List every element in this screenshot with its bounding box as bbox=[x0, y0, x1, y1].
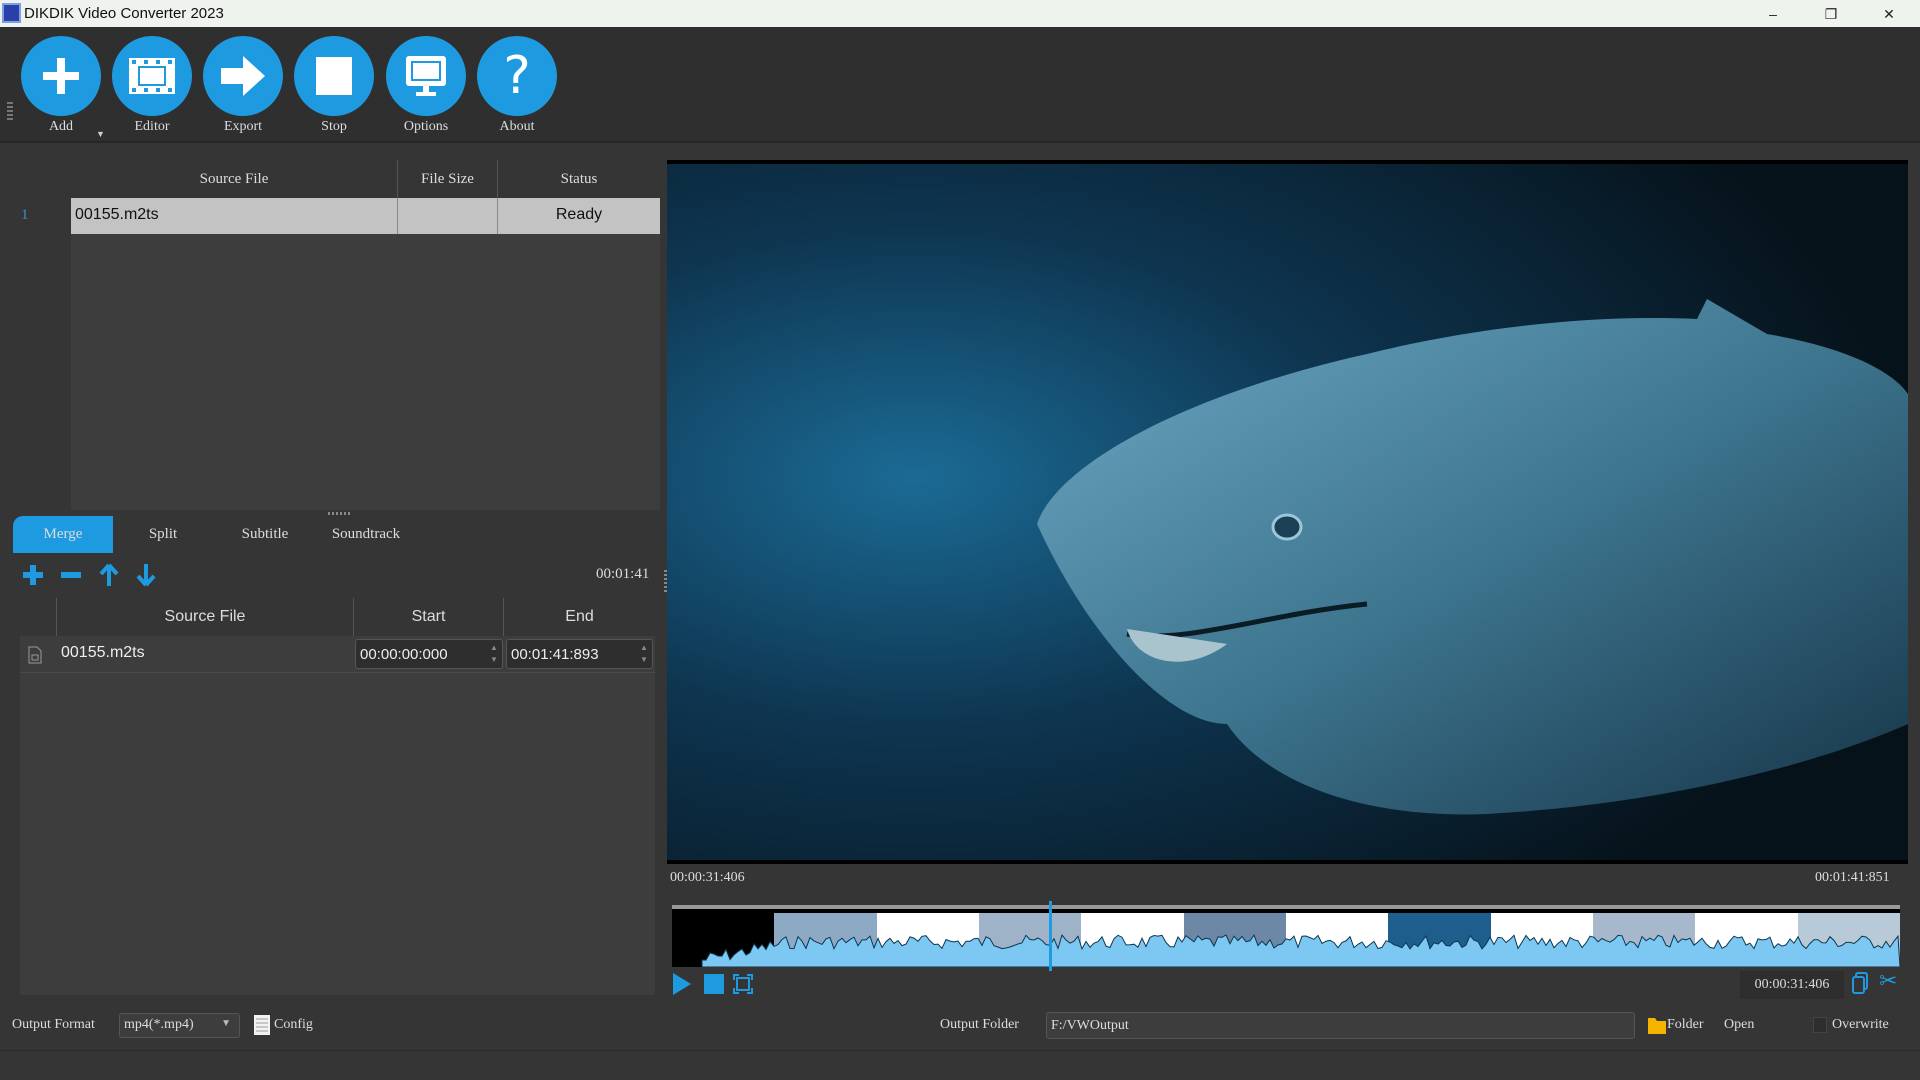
film-icon bbox=[129, 58, 175, 94]
add-dropdown-icon[interactable]: ▼ bbox=[96, 129, 105, 139]
monitor-icon bbox=[406, 56, 446, 96]
editor-button[interactable]: Editor bbox=[111, 36, 193, 135]
options-button[interactable]: Options bbox=[385, 36, 467, 135]
move-down-icon[interactable] bbox=[135, 563, 157, 587]
timeline-range-bar bbox=[672, 905, 1900, 909]
column-header-source-file[interactable]: Source File bbox=[71, 160, 398, 198]
column-header-start[interactable]: Start bbox=[354, 598, 504, 636]
open-button[interactable]: Open bbox=[1724, 1017, 1754, 1033]
spin-arrows-icon[interactable]: ▲ ▼ bbox=[638, 642, 650, 666]
about-button[interactable]: ? About bbox=[476, 36, 558, 135]
status-bar bbox=[0, 1050, 1920, 1080]
stop-icon bbox=[316, 57, 352, 95]
scissors-icon[interactable]: ✂ bbox=[1879, 968, 1897, 994]
end-time-spinbox[interactable]: 00:01:41:893 ▲ ▼ bbox=[506, 639, 653, 669]
start-time-value: 00:00:00:000 bbox=[360, 646, 448, 663]
export-button[interactable]: Export bbox=[202, 36, 284, 135]
move-up-icon[interactable] bbox=[98, 563, 120, 587]
tab-subtitle[interactable]: Subtitle bbox=[215, 516, 315, 553]
status-cell: Ready bbox=[498, 198, 660, 234]
tab-merge[interactable]: Merge bbox=[13, 516, 113, 553]
copy-icon[interactable] bbox=[1852, 972, 1868, 994]
overwrite-checkbox[interactable] bbox=[1813, 1017, 1827, 1033]
corner-header bbox=[20, 598, 57, 636]
audio-waveform bbox=[701, 934, 1900, 967]
stop-label: Stop bbox=[321, 119, 347, 134]
stop-button[interactable]: Stop bbox=[293, 36, 375, 135]
playhead[interactable] bbox=[1048, 901, 1052, 971]
export-label: Export bbox=[223, 119, 263, 134]
title-bar: DIKDIK Video Converter 2023 – ❐ ✕ bbox=[0, 0, 1920, 27]
editor-label: Editor bbox=[134, 119, 170, 134]
output-format-label: Output Format bbox=[12, 1017, 95, 1032]
source-file-cell: 00155.m2ts bbox=[71, 198, 398, 234]
restore-button[interactable]: ❐ bbox=[1808, 2, 1854, 26]
output-format-value: mp4(*.mp4) bbox=[124, 1017, 194, 1032]
start-time-spinbox[interactable]: 00:00:00:000 ▲ ▼ bbox=[355, 639, 503, 669]
window-title: DIKDIK Video Converter 2023 bbox=[24, 5, 224, 22]
column-header-source-file[interactable]: Source File bbox=[57, 598, 354, 636]
chevron-down-icon: ▼ bbox=[221, 1018, 231, 1029]
plus-icon bbox=[43, 58, 79, 94]
remove-item-icon[interactable] bbox=[60, 564, 82, 586]
timeline-end-time: 00:01:41:851 bbox=[1815, 870, 1890, 885]
stop-playback-icon[interactable] bbox=[704, 974, 724, 994]
output-folder-input[interactable] bbox=[1046, 1012, 1635, 1039]
end-time-value: 00:01:41:893 bbox=[511, 646, 599, 663]
tab-split[interactable]: Split bbox=[113, 516, 213, 553]
column-header-status[interactable]: Status bbox=[498, 160, 660, 198]
config-document-icon[interactable] bbox=[254, 1015, 270, 1035]
timeline-filmstrip[interactable] bbox=[672, 901, 1900, 971]
toolbar: Add ▼ Editor Export Stop Options ? About bbox=[0, 27, 1920, 143]
minimize-button[interactable]: – bbox=[1750, 2, 1796, 26]
folder-icon[interactable] bbox=[1648, 1016, 1666, 1034]
file-icon bbox=[28, 646, 42, 664]
fullscreen-icon[interactable] bbox=[733, 974, 753, 994]
current-time-display[interactable]: 00:00:31:406 bbox=[1740, 971, 1844, 999]
table-row[interactable]: 00155.m2ts 00:00:00:000 ▲ ▼ 00:01:41:893 ▲ ▼ bbox=[20, 636, 655, 673]
arrow-right-icon bbox=[221, 56, 265, 96]
row-index: 1 bbox=[21, 207, 29, 223]
column-header-end[interactable]: End bbox=[504, 598, 655, 636]
splitter-handle[interactable] bbox=[328, 512, 350, 515]
output-folder-label: Output Folder bbox=[940, 1017, 1019, 1032]
timeline-start-time: 00:00:31:406 bbox=[670, 870, 745, 885]
add-label: Add bbox=[48, 119, 74, 134]
close-button[interactable]: ✕ bbox=[1866, 2, 1912, 26]
config-button[interactable]: Config bbox=[274, 1017, 313, 1033]
table-row[interactable]: 1 00155.m2ts Ready bbox=[13, 198, 660, 234]
about-label: About bbox=[499, 119, 535, 134]
file-size-cell bbox=[398, 198, 498, 234]
output-format-select[interactable]: mp4(*.mp4) ▼ bbox=[119, 1013, 240, 1038]
merge-table: Source File Start End 00155.m2ts 00:00:0… bbox=[20, 598, 655, 995]
add-item-icon[interactable] bbox=[22, 564, 44, 586]
video-frame bbox=[667, 164, 1908, 860]
play-icon[interactable] bbox=[672, 972, 692, 996]
add-button[interactable]: Add bbox=[20, 36, 102, 135]
source-file-cell: 00155.m2ts bbox=[61, 644, 145, 661]
file-list-table: Source File File Size Status 1 00155.m2t… bbox=[13, 160, 660, 510]
overwrite-label: Overwrite bbox=[1832, 1017, 1889, 1032]
spin-arrows-icon[interactable]: ▲ ▼ bbox=[488, 642, 500, 666]
column-header-file-size[interactable]: File Size bbox=[398, 160, 498, 198]
app-logo-icon bbox=[2, 3, 21, 23]
video-preview[interactable] bbox=[667, 160, 1908, 864]
toolbar-grip[interactable] bbox=[7, 102, 13, 122]
tab-soundtrack[interactable]: Soundtrack bbox=[316, 516, 416, 553]
question-icon: ? bbox=[503, 46, 531, 106]
folder-button[interactable]: Folder bbox=[1667, 1017, 1704, 1033]
merge-duration: 00:01:41 bbox=[596, 566, 650, 582]
options-label: Options bbox=[403, 119, 449, 134]
